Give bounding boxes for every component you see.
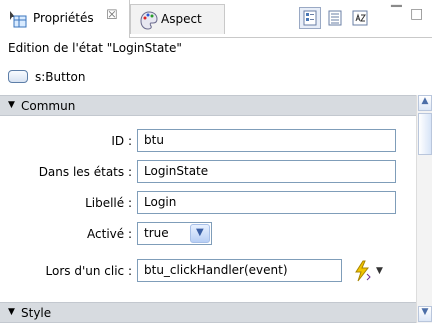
scroll-up-icon[interactable]: ▲ — [418, 95, 432, 111]
properties-tab[interactable]: Propriétés ☒ — [0, 0, 130, 38]
expanded-arrow-icon: ▼ — [8, 307, 15, 317]
minimize-icon[interactable]: ▔ — [391, 6, 402, 22]
state-editing-label: Edition de l'état "LoginState" — [8, 41, 182, 55]
appearance-tab-label: Aspect — [161, 12, 202, 26]
enabled-dropdown-button[interactable]: ▼ — [190, 224, 210, 243]
lightning-icon[interactable] — [352, 260, 372, 282]
chevron-down-icon: ▼ — [196, 227, 204, 238]
button-icon — [8, 70, 28, 83]
selected-component-row: s:Button — [0, 62, 432, 92]
maximize-icon[interactable]: □ — [410, 6, 423, 22]
alphabetical-view-button[interactable] — [349, 7, 371, 29]
common-section-label: Commun — [21, 99, 76, 113]
id-label: ID : — [111, 134, 132, 148]
style-section-label: Style — [21, 306, 52, 320]
alphabetical-view-icon — [352, 10, 368, 26]
tab-bar-divider — [130, 37, 432, 38]
enabled-select[interactable]: true ▼ — [137, 222, 212, 245]
states-label: Dans les états : — [38, 165, 132, 179]
component-label: s:Button — [35, 70, 86, 84]
category-view-icon — [303, 10, 317, 26]
scrollbar-thumb[interactable] — [418, 113, 432, 155]
enabled-value: true — [144, 226, 169, 240]
event-menu-arrow-icon[interactable]: ▼ — [376, 266, 383, 276]
list-view-button[interactable] — [324, 7, 346, 29]
properties-tab-label: Propriétés — [33, 11, 94, 25]
appearance-tab[interactable]: Aspect — [130, 4, 225, 34]
scroll-down-icon[interactable]: ▼ — [418, 306, 432, 322]
style-section-header[interactable]: ▼ Style — [0, 302, 416, 323]
enabled-label: Activé : — [87, 227, 132, 241]
states-field[interactable]: LoginState — [137, 160, 396, 183]
click-handler-field[interactable]: btu_clickHandler(event) — [137, 259, 342, 282]
click-label: Lors d'un clic : — [45, 264, 132, 278]
category-view-button[interactable] — [299, 7, 321, 29]
vertical-scrollbar[interactable]: ▲ ▼ — [416, 95, 432, 323]
expanded-arrow-icon: ▼ — [8, 100, 15, 110]
id-field[interactable]: btu — [137, 129, 396, 152]
palette-icon — [140, 11, 158, 30]
close-properties-tab-icon[interactable]: ☒ — [106, 8, 118, 23]
properties-icon — [10, 11, 27, 28]
caption-label: Libellé : — [85, 196, 132, 210]
list-view-icon — [328, 10, 342, 26]
properties-tab-bar: Propriétés ☒ Aspect ▔ □ — [0, 0, 432, 38]
common-section-header[interactable]: ▼ Commun — [0, 95, 416, 116]
caption-field[interactable]: Login — [137, 191, 396, 214]
